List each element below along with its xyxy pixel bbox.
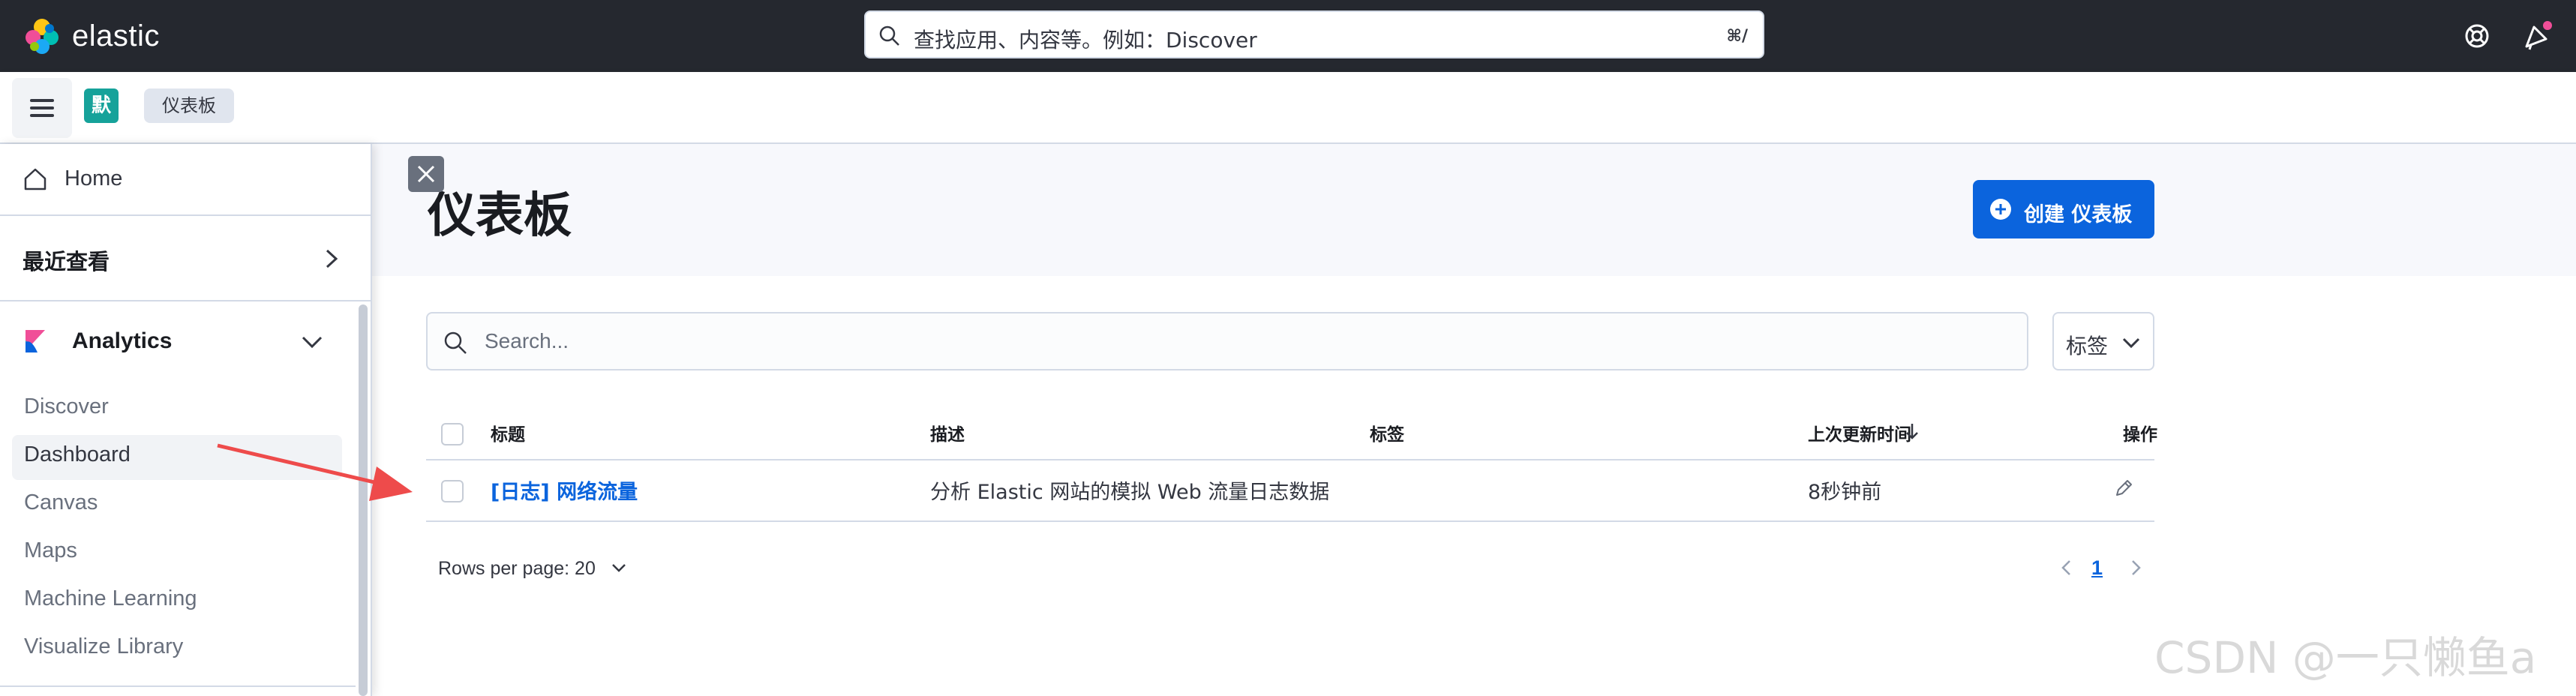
- create-dashboard-label: 创建 仪表板: [2024, 203, 2133, 226]
- row-checkbox[interactable]: [441, 480, 464, 502]
- search-icon: [879, 26, 899, 46]
- watermark: CSDN @一只懒鱼a: [2154, 632, 2537, 683]
- sidebar-item-maps[interactable]: Maps: [24, 538, 77, 563]
- brand-name: elastic: [72, 19, 160, 52]
- sidebar-item-visualize-library[interactable]: Visualize Library: [24, 634, 183, 659]
- global-search-placeholder: 查找应用、内容等。例如：Discover: [914, 28, 1257, 52]
- column-header-description[interactable]: 描述: [930, 420, 965, 446]
- sidebar-item-discover[interactable]: Discover: [24, 394, 109, 419]
- sidebar-item-dashboard[interactable]: Dashboard: [24, 442, 131, 467]
- plus-circle-icon: [1990, 199, 2011, 220]
- search-icon: [444, 332, 467, 354]
- close-icon: [417, 165, 435, 183]
- search-input[interactable]: [485, 324, 1910, 358]
- pagination-next-icon[interactable]: [2124, 556, 2147, 579]
- hamburger-icon: [30, 99, 54, 102]
- side-navigation: Home 最近查看 Analytics Discover Dashboard C…: [0, 144, 372, 696]
- annotation-arrow: [217, 443, 413, 501]
- sidebar-item-home[interactable]: Home: [0, 144, 371, 216]
- home-icon: [24, 168, 47, 190]
- pencil-icon[interactable]: [2112, 477, 2135, 500]
- breadcrumb-bar: [0, 72, 2576, 144]
- rows-per-page-selector[interactable]: Rows per page: 20: [438, 558, 596, 580]
- sidebar-item-canvas[interactable]: Canvas: [24, 490, 98, 515]
- dashboard-description: 分析 Elastic 网站的模拟 Web 流量日志数据: [930, 481, 1330, 504]
- table-header-divider: [426, 459, 2154, 460]
- create-dashboard-button[interactable]: 创建 仪表板: [1973, 180, 2154, 238]
- main-content: [372, 144, 2576, 696]
- pagination-page-1[interactable]: 1: [2091, 556, 2103, 580]
- space-avatar[interactable]: 默: [84, 88, 119, 123]
- page-title: 仪表板: [428, 188, 572, 244]
- pagination-prev-icon[interactable]: [2055, 556, 2078, 579]
- sidebar-divider: [0, 686, 356, 687]
- sort-down-icon[interactable]: [1902, 422, 1922, 441]
- dashboard-search[interactable]: [426, 312, 2028, 370]
- tags-filter-label: 标签: [2066, 334, 2109, 358]
- newsfeed-icon[interactable]: [2520, 20, 2553, 52]
- elastic-logo-icon: [26, 19, 59, 54]
- nav-menu-button[interactable]: [12, 78, 72, 138]
- sidebar-home-label: Home: [65, 166, 123, 190]
- global-search-input[interactable]: 查找应用、内容等。例如：Discover ⌘/: [864, 10, 1764, 58]
- breadcrumb: 仪表板: [144, 88, 234, 123]
- dashboard-title-link[interactable]: [日志] 网络流量: [491, 476, 638, 505]
- kibana-logo-icon: [26, 330, 45, 352]
- chevron-down-icon: [2122, 338, 2140, 349]
- tags-filter-button[interactable]: 标签: [2052, 312, 2154, 370]
- sidebar-section-analytics[interactable]: Analytics: [72, 328, 172, 354]
- sidebar-item-machine-learning[interactable]: Machine Learning: [24, 586, 197, 611]
- table-row-divider: [426, 520, 2154, 522]
- sidebar-recent-label: 最近查看: [23, 249, 110, 274]
- chevron-right-icon[interactable]: [318, 246, 344, 272]
- column-header-title[interactable]: 标题: [491, 420, 525, 446]
- search-shortcut-hint: ⌘/: [1726, 27, 1748, 46]
- elastic-logo[interactable]: elastic: [23, 16, 160, 56]
- help-icon[interactable]: [2460, 20, 2493, 52]
- select-all-checkbox[interactable]: [441, 423, 464, 446]
- global-header: elastic 查找应用、内容等。例如：Discover ⌘/: [0, 0, 2576, 72]
- dashboard-updated: 8秒钟前: [1808, 481, 1882, 504]
- column-header-updated[interactable]: 上次更新时间: [1808, 420, 1911, 446]
- column-header-tags[interactable]: 标签: [1370, 420, 1404, 446]
- column-header-actions: 操作: [2123, 425, 2157, 445]
- page-header: [372, 144, 2576, 276]
- close-nav-button[interactable]: [408, 156, 444, 192]
- chevron-down-icon[interactable]: [609, 558, 629, 578]
- chevron-down-icon[interactable]: [299, 328, 326, 356]
